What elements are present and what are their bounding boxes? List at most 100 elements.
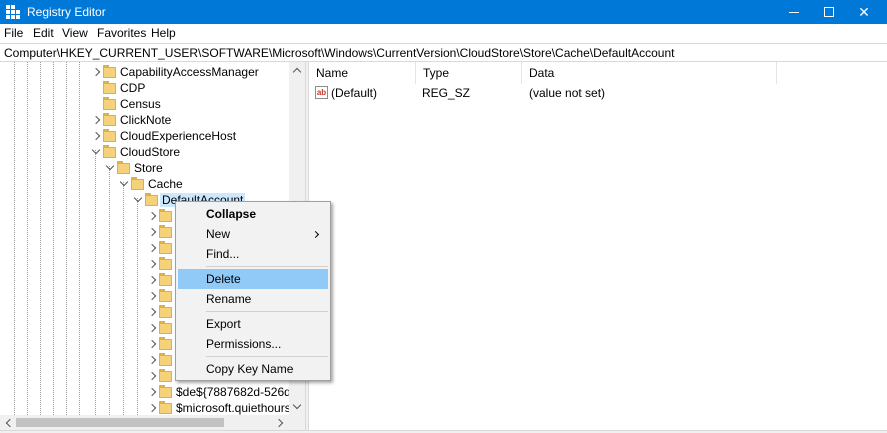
folder-icon (103, 129, 116, 142)
folder-icon (103, 97, 116, 110)
context-menu-copy-key-name[interactable]: Copy Key Name (178, 359, 328, 379)
chevron-right-icon[interactable] (147, 242, 157, 254)
context-menu-new[interactable]: New (178, 224, 328, 244)
tree-item[interactable]: $microsoft.quiethourspr (0, 400, 301, 416)
folder-icon (159, 321, 172, 334)
list-header: Name Type Data (309, 62, 887, 84)
menu-edit[interactable]: Edit (33, 27, 54, 40)
context-menu-label: Rename (206, 292, 252, 306)
context-menu: Collapse New Find... Delete Rename Export Perm… (175, 201, 331, 381)
menu-bar: File Edit View Favorites Help (0, 24, 887, 43)
tree-item[interactable]: CloudExperienceHost (0, 128, 289, 144)
folder-icon (103, 81, 116, 94)
tree-item[interactable]: Census (0, 96, 289, 112)
address-path[interactable]: Computer\HKEY_CURRENT_USER\SOFTWARE\Micr… (4, 46, 674, 60)
tree-item-label: $microsoft.quiethourspr (176, 401, 302, 415)
chevron-right-icon[interactable] (147, 226, 157, 238)
chevron-right-icon[interactable] (147, 354, 157, 366)
chevron-right-icon[interactable] (147, 290, 157, 302)
folder-icon (159, 353, 172, 366)
chevron-right-icon[interactable] (147, 274, 157, 286)
chevron-down-icon[interactable] (119, 178, 129, 190)
chevron-right-icon[interactable] (147, 338, 157, 350)
context-menu-label: Find... (206, 247, 240, 261)
scroll-left-icon[interactable] (0, 415, 16, 430)
column-header-type[interactable]: Type (416, 62, 522, 84)
folder-icon (103, 113, 116, 126)
chevron-right-icon[interactable] (147, 306, 157, 318)
chevron-right-icon[interactable] (147, 210, 157, 222)
tree-item-label: CloudStore (120, 145, 181, 159)
context-menu-find[interactable]: Find... (178, 244, 328, 264)
scroll-down-icon[interactable] (289, 399, 305, 415)
chevron-down-icon[interactable] (91, 146, 101, 158)
menu-file[interactable]: File (4, 27, 23, 40)
menu-separator (206, 311, 328, 312)
tree-item[interactable]: ClickNote (0, 112, 289, 128)
chevron-right-icon[interactable] (91, 66, 101, 78)
chevron-right-icon[interactable] (147, 258, 157, 270)
scrollbar-corner (289, 415, 305, 430)
chevron-down-icon[interactable] (133, 194, 143, 206)
tree-item[interactable]: CDP (0, 80, 289, 96)
folder-icon (131, 177, 144, 190)
string-value-icon: ab (315, 86, 328, 99)
value-data: (value not set) (529, 86, 606, 100)
tree-item[interactable]: Cache (0, 176, 289, 192)
chevron-right-icon[interactable] (147, 402, 157, 414)
tree-item[interactable]: Store (0, 160, 289, 176)
tree-item-label: Store (134, 161, 163, 175)
values-list[interactable]: Name Type Data ab (Default) REG_SZ (valu… (309, 62, 887, 433)
tree-item-label: $de${7887682d-526d-48 (176, 385, 305, 399)
menu-separator (206, 266, 328, 267)
column-header-data[interactable]: Data (522, 62, 777, 84)
tree-item-label: CloudExperienceHost (120, 129, 237, 143)
menu-help[interactable]: Help (151, 27, 176, 40)
context-menu-delete[interactable]: Delete (178, 269, 328, 289)
folder-icon (117, 161, 130, 174)
menu-favorites[interactable]: Favorites (97, 27, 146, 40)
chevron-right-icon[interactable] (147, 370, 157, 382)
folder-icon (159, 289, 172, 302)
chevron-right-icon[interactable] (147, 322, 157, 334)
menu-view[interactable]: View (62, 27, 88, 40)
address-bar[interactable]: Computer\HKEY_CURRENT_USER\SOFTWARE\Micr… (0, 43, 887, 62)
context-menu-collapse[interactable]: Collapse (178, 204, 328, 224)
tree-horizontal-scrollbar[interactable] (0, 415, 289, 430)
scroll-up-icon[interactable] (289, 62, 305, 78)
title-bar[interactable]: Registry Editor ✕ (0, 0, 887, 24)
chevron-right-icon[interactable] (91, 114, 101, 126)
close-button[interactable]: ✕ (841, 0, 887, 24)
folder-icon (159, 225, 172, 238)
scroll-right-icon[interactable] (273, 415, 289, 430)
chevron-right-icon[interactable] (91, 130, 101, 142)
tree-item-label: Census (120, 97, 161, 111)
scroll-thumb[interactable] (16, 418, 224, 427)
folder-icon (103, 65, 116, 78)
maximize-icon (824, 7, 834, 17)
context-menu-label: Copy Key Name (206, 362, 294, 376)
context-menu-label: Export (206, 317, 241, 331)
folder-icon (159, 369, 172, 382)
folder-icon (159, 273, 172, 286)
registry-editor-icon (6, 5, 20, 19)
close-icon: ✕ (858, 4, 870, 20)
tree-item[interactable]: CapabilityAccessManager (0, 64, 289, 80)
context-menu-rename[interactable]: Rename (178, 289, 328, 309)
tree-item[interactable]: CloudStore (0, 144, 289, 160)
context-menu-permissions[interactable]: Permissions... (178, 334, 328, 354)
chevron-right-icon[interactable] (147, 386, 157, 398)
context-menu-export[interactable]: Export (178, 314, 328, 334)
column-header-name[interactable]: Name (309, 62, 416, 84)
folder-icon (103, 145, 116, 158)
tree-item[interactable]: $de${7887682d-526d-48 (0, 384, 305, 400)
tree-item-label: Cache (148, 177, 183, 191)
folder-icon (159, 305, 172, 318)
list-row[interactable]: ab (Default) REG_SZ (value not set) (309, 84, 887, 102)
submenu-arrow-icon (311, 230, 320, 239)
tree-item-label: ClickNote (120, 113, 172, 127)
folder-icon (159, 241, 172, 254)
chevron-down-icon[interactable] (105, 162, 115, 174)
value-type: REG_SZ (422, 86, 471, 100)
folder-icon (159, 257, 172, 270)
